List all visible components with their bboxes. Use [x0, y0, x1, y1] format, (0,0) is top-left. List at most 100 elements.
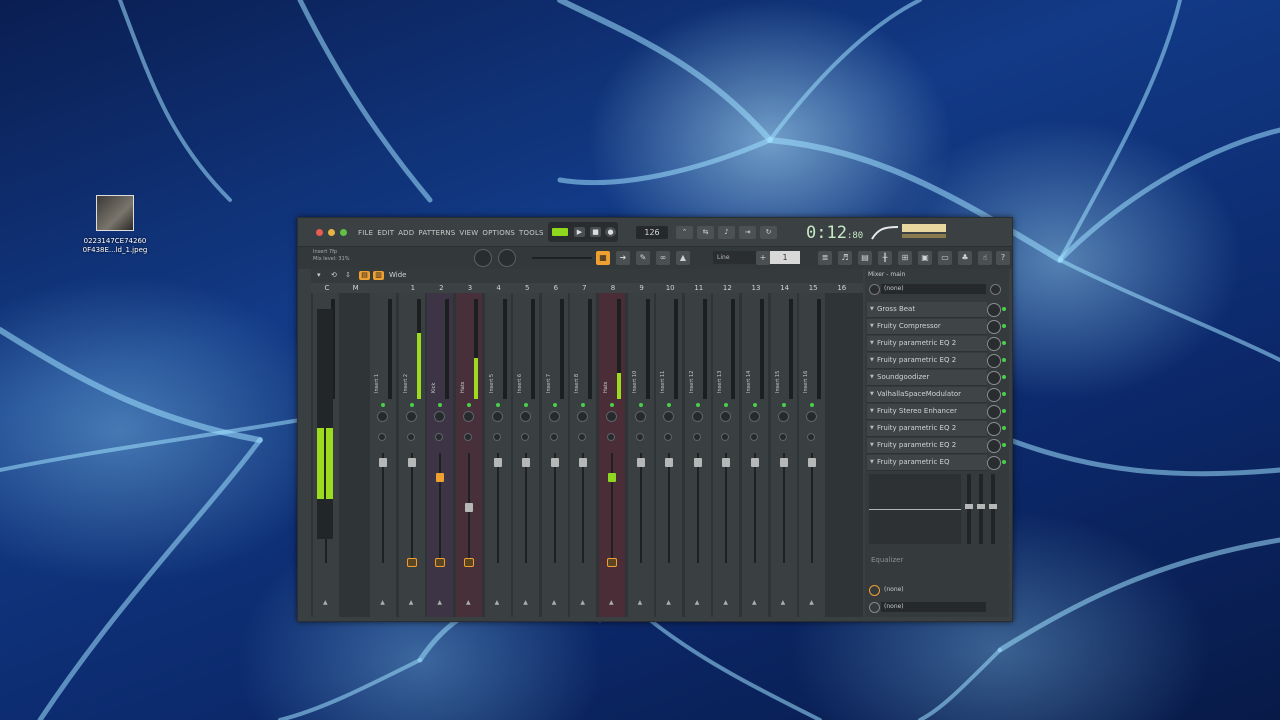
minimize-window-icon[interactable]: [328, 229, 335, 236]
slot-menu-icon[interactable]: ▼: [870, 408, 874, 414]
mixer-strip[interactable]: Insert 11 ▲: [656, 293, 683, 617]
pan-knob[interactable]: [720, 411, 732, 422]
record-icon[interactable]: ●: [605, 227, 616, 237]
fx-slot[interactable]: ▼ Fruity parametric EQ 2: [867, 438, 987, 454]
menu-item-add[interactable]: ADD: [398, 229, 414, 237]
eq-band-high-slider[interactable]: [989, 474, 997, 544]
slot-menu-icon[interactable]: ▼: [870, 391, 874, 397]
route-arrow-icon[interactable]: ▲: [523, 599, 528, 606]
mixer-mode-label[interactable]: Wide: [389, 271, 406, 279]
fx-mix-knob[interactable]: [987, 439, 1001, 453]
stereo-knob[interactable]: [435, 433, 444, 441]
master-pitch-knob[interactable]: [498, 249, 516, 267]
volume-fader[interactable]: [550, 458, 559, 467]
pan-knob[interactable]: [405, 411, 417, 422]
stereo-knob[interactable]: [635, 433, 644, 441]
mixer-strip[interactable]: Insert 13 ▲: [713, 293, 740, 617]
stereo-knob[interactable]: [778, 433, 787, 441]
volume-fader[interactable]: [665, 458, 674, 467]
menu-item-file[interactable]: FILE: [358, 229, 373, 237]
route-arrow-icon[interactable]: ▲: [695, 599, 700, 606]
pan-knob[interactable]: [377, 411, 389, 422]
fx-mix-knob[interactable]: [987, 422, 1001, 436]
mute-led-icon[interactable]: [438, 403, 443, 407]
fx-enable-led-icon[interactable]: [1002, 392, 1006, 396]
mixer-export-icon[interactable]: ⇩: [345, 271, 351, 279]
mixer-strip[interactable]: Hats ▲: [599, 293, 625, 617]
fx-slot[interactable]: ▼ Fruity parametric EQ: [867, 455, 987, 471]
menu-item-patterns[interactable]: PATTERNS: [418, 229, 455, 237]
fx-slot[interactable]: ▼ Fruity Stereo Enhancer: [867, 404, 987, 420]
route-arrow-icon[interactable]: ▲: [466, 599, 471, 606]
slot-menu-icon[interactable]: ▼: [870, 340, 874, 346]
route-arrow-icon[interactable]: ▲: [666, 599, 671, 606]
tempo-display[interactable]: 126: [636, 226, 668, 239]
fx-enable-led-icon[interactable]: [1002, 375, 1006, 379]
pattern-add-icon[interactable]: +: [756, 251, 770, 265]
mute-led-icon[interactable]: [381, 403, 386, 407]
volume-fader[interactable]: [808, 458, 817, 467]
route-arrow-icon[interactable]: ▲: [781, 599, 786, 606]
mixer-strip[interactable]: Insert 15 ▲: [770, 293, 797, 617]
stereo-knob[interactable]: [807, 433, 816, 441]
route-arrow-icon[interactable]: ▲: [609, 599, 614, 606]
fx-slot[interactable]: ▼ Fruity parametric EQ 2: [867, 336, 987, 352]
fx-mix-knob[interactable]: [987, 354, 1001, 368]
fx-mix-knob[interactable]: [987, 320, 1001, 334]
touch-controller-icon[interactable]: ☝: [978, 251, 992, 265]
send-route-icon[interactable]: [435, 558, 446, 567]
piano-roll-icon[interactable]: ▦: [596, 251, 610, 265]
menu-item-options[interactable]: OPTIONS: [482, 229, 515, 237]
menu-item-edit[interactable]: EDIT: [377, 229, 394, 237]
stereo-knob[interactable]: [664, 433, 673, 441]
stereo-knob[interactable]: [692, 433, 701, 441]
volume-fader[interactable]: [493, 458, 502, 467]
stereo-knob[interactable]: [549, 433, 558, 441]
mixer-options-icon[interactable]: ⟲: [331, 271, 337, 279]
stereo-knob[interactable]: [721, 433, 730, 441]
send-route-icon[interactable]: [406, 558, 417, 567]
volume-fader[interactable]: [608, 473, 616, 482]
fx-mix-knob[interactable]: [987, 303, 1001, 317]
send-route-icon[interactable]: [607, 558, 617, 567]
mute-led-icon[interactable]: [581, 403, 586, 407]
mute-led-icon[interactable]: [781, 403, 786, 407]
stereo-knob[interactable]: [492, 433, 501, 441]
stamp-icon[interactable]: ▲: [676, 251, 690, 265]
metronome-icon[interactable]: ⌃: [676, 226, 693, 239]
fx-slot[interactable]: ▼ Fruity parametric EQ 2: [867, 421, 987, 437]
playlist-icon[interactable]: ≣: [818, 251, 832, 265]
pan-knob[interactable]: [491, 411, 503, 422]
mixer-view-2-icon[interactable]: ▥: [373, 271, 384, 280]
pan-knob[interactable]: [691, 411, 703, 422]
mute-led-icon[interactable]: [524, 403, 529, 407]
stereo-knob[interactable]: [464, 433, 472, 441]
fx-mix-knob[interactable]: [987, 337, 1001, 351]
fx-slot[interactable]: ▼ Gross Beat: [867, 302, 987, 318]
help-icon[interactable]: ?: [996, 251, 1010, 265]
volume-fader[interactable]: [579, 458, 588, 467]
route-arrow-icon[interactable]: ▲: [495, 599, 500, 606]
mute-led-icon[interactable]: [810, 403, 815, 407]
mute-led-icon[interactable]: [667, 403, 672, 407]
mixer-strip[interactable]: Hats ▲: [456, 293, 482, 617]
pan-knob[interactable]: [434, 411, 446, 422]
stereo-knob[interactable]: [521, 433, 530, 441]
slot-menu-icon[interactable]: ▼: [870, 374, 874, 380]
pan-knob[interactable]: [520, 411, 532, 422]
input-select[interactable]: (none): [881, 284, 986, 294]
stereo-knob[interactable]: [578, 433, 587, 441]
mixer-strip[interactable]: Insert 8 ▲: [570, 293, 597, 617]
fx-enable-led-icon[interactable]: [1002, 460, 1006, 464]
output-select-1[interactable]: (none): [881, 585, 986, 595]
pan-knob[interactable]: [777, 411, 789, 422]
input-icon[interactable]: [869, 284, 880, 295]
fx-slot[interactable]: ▼ ValhallaSpaceModulator: [867, 387, 987, 403]
slot-menu-icon[interactable]: ▼: [870, 442, 874, 448]
mute-led-icon[interactable]: [753, 403, 757, 407]
mixer-view-1-icon[interactable]: ▤: [359, 271, 370, 280]
volume-fader[interactable]: [465, 503, 473, 512]
eq-band-low-slider[interactable]: [965, 474, 973, 544]
input-phase-icon[interactable]: [990, 284, 1001, 295]
pan-knob[interactable]: [634, 411, 646, 422]
